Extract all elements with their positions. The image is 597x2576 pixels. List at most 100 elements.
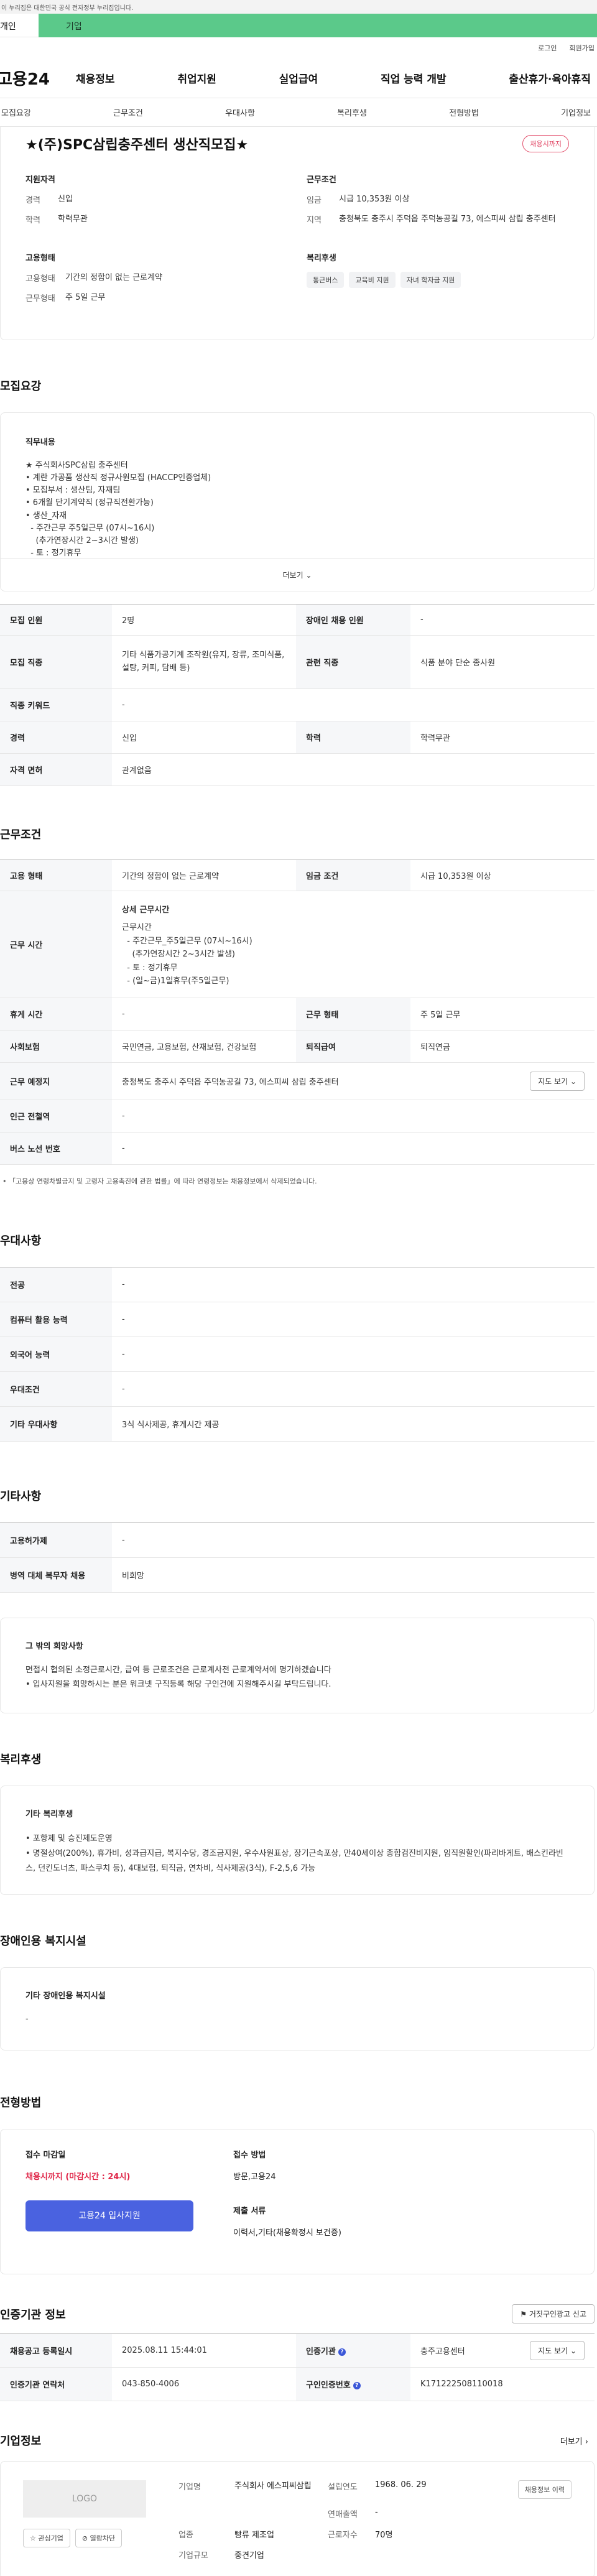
work-section-title: 근무조건 (0, 828, 42, 841)
docs-value: 이력서,기타(채용확정시 보건증) (233, 2228, 341, 2238)
conditions-heading: 근무조건 (307, 175, 336, 185)
info-value: 70명 (375, 2531, 393, 2540)
block-icon: ⊘ (81, 2534, 88, 2542)
row-key: 학력 (296, 721, 410, 754)
gnb-item-employment-support[interactable]: 취업지원 (177, 70, 216, 86)
star-icon: ☆ (30, 2534, 36, 2542)
row-value: 충청북도 충주시 주덕읍 주덕농공길 73, 에스피씨 삼립 충주센터 (122, 1078, 339, 1087)
block-label: 열람차단 (90, 2534, 116, 2542)
info-key: 기업명 (178, 2483, 201, 2492)
welfare-chip: 통근버스 (307, 272, 345, 288)
row-key-cert: 구인인증번호? (296, 2367, 410, 2401)
row-key: 경력 (0, 721, 112, 754)
job-history-button[interactable]: 채용정보 이력 (517, 2480, 572, 2499)
docs-heading: 제출 서류 (233, 2207, 266, 2216)
help-icon[interactable]: ? (353, 2381, 361, 2389)
kv-value: 신입 (58, 195, 73, 204)
disabled-box-heading: 기타 장애인용 복지시설 (25, 1991, 106, 2001)
row-key: 버스 노선 번호 (0, 1132, 112, 1165)
method-col: 접수 방법 방문,고용24 제출 서류 이력서,기타(채용확정시 보건증) (233, 2148, 341, 2253)
help-icon[interactable]: ? (338, 2348, 346, 2356)
agency-map-button[interactable]: 지도 보기 ⌄ (530, 2341, 585, 2360)
welfare-chips: 통근버스 교육비 지원 자녀 학자금 지원 (307, 272, 569, 288)
pref-table: 전공 - 컴퓨터 활용 능력 - 외국어 능력 - 우대조건 - 기타 우대사항 3식 식… (0, 1267, 595, 1442)
age-notice-text: 「고용상 연령차별금지 및 고령자 고용촉진에 관한 법률」에 따라 연령정보는… (9, 1177, 317, 1185)
row-key: 퇴직급여 (296, 1030, 410, 1063)
info-key: 설립연도 (328, 2483, 358, 2492)
conditions-block: 근무조건 임금 시급 10,353원 이상 지역 충청북도 충주시 주덕읍 주덕농공… (307, 173, 569, 233)
welfare-block: 복리후생 통근버스 교육비 지원 자녀 학자금 지원 (307, 251, 569, 311)
more-button[interactable]: 더보기 ⌄ (1, 558, 594, 591)
site-logo[interactable]: 고용24 (0, 67, 76, 90)
kv-key: 학력 (25, 215, 40, 225)
row-value: - (112, 1100, 595, 1133)
row-value: - (112, 1337, 595, 1372)
kv-key: 지역 (307, 215, 322, 225)
company-section-title: 기업정보 (0, 2435, 42, 2448)
gnb-item-parental-leave[interactable]: 출산휴가·육아휴직 (509, 70, 591, 86)
row-key: 근무 형태 (296, 998, 410, 1031)
kv-key: 고용형태 (25, 274, 55, 284)
row-value: 043-850-4006 (112, 2367, 296, 2401)
gnb-menu: 채용정보 취업지원 실업급여 직업 능력 개발 출산휴가·육아휴직 (76, 70, 597, 86)
info-value: 주식회사 에스피씨삼립 (234, 2481, 312, 2491)
row-value: 신입 (112, 721, 296, 754)
row-key: 컴퓨터 활용 능력 (0, 1302, 112, 1337)
row-key: 병역 대체 복무자 채용 (0, 1557, 112, 1593)
company-logo-col: LOGO ☆ 관심기업 ⊘ 열람차단 (23, 2480, 178, 2560)
row-key: 우대조건 (0, 1371, 112, 1407)
block-button[interactable]: ⊘ 열람차단 (75, 2529, 123, 2547)
row-key: 외국어 능력 (0, 1337, 112, 1372)
map-button-label: 지도 보기 (538, 1077, 568, 1086)
tab-person[interactable]: 개인 (0, 14, 39, 37)
flag-icon: ⚑ (520, 2310, 527, 2319)
map-button[interactable]: 지도 보기 ⌄ (530, 1072, 585, 1091)
work-place-cell: 충청북도 충주시 주덕읍 주덕농공길 73, 에스피씨 삼립 충주센터 지도 보… (112, 1062, 595, 1100)
gnb-item-jobs[interactable]: 채용정보 (76, 70, 115, 86)
kv-value: 주 5일 근무 (65, 292, 106, 302)
anchor-work[interactable]: 근무조건 (113, 106, 143, 118)
row-value: 2명 (112, 604, 296, 636)
disabled-section-title: 장애인용 복지시설 (0, 1935, 86, 1948)
company-more-label: 더보기 (560, 2437, 583, 2447)
login-link[interactable]: 로그인 (538, 43, 557, 53)
job-description-box: 직무내용 ★ 주식회사SPC삼립 충주센터 • 계란 가공품 생산직 정규사원모… (0, 412, 595, 591)
tab-company[interactable]: 기업 (39, 14, 597, 37)
info-key: 기업규모 (178, 2551, 208, 2560)
job-description-text: ★ 주식회사SPC삼립 충주센터 • 계란 가공품 생산직 정규사원모집 (HA… (25, 461, 211, 557)
gnb-item-skills[interactable]: 직업 능력 개발 (381, 70, 447, 86)
chevron-down-icon: ⌄ (570, 1077, 576, 1086)
summary-grid: 지원자격 경력 신입 학력 학력무관 근무조건 임금 시급 10,353원 이상 지역… (1, 154, 594, 311)
row-key: 직종 키워드 (0, 688, 112, 721)
job-title: ★(주)SPC삼립충주센터 생산직모집★ (25, 137, 249, 153)
more-label: 더보기 (282, 571, 303, 580)
row-value: 비희망 (112, 1557, 595, 1593)
row-key: 채용공고 등록일시 (0, 2333, 112, 2368)
gov-notice: 이 누리집은 대한민국 공식 전자정부 누리집입니다. (0, 0, 597, 14)
anchor-welfare[interactable]: 복리후생 (337, 106, 367, 118)
cert-key-label: 구인인증번호 (306, 2381, 351, 2390)
company-more-link[interactable]: 더보기 › (560, 2435, 588, 2447)
company-header: 기업정보 더보기 › (0, 2432, 597, 2449)
anchor-pref[interactable]: 우대사항 (225, 106, 255, 118)
welfare-box: 기타 복리후생 • 포항제 및 승진제도운영 • 명절상여(200%), 휴가비… (0, 1786, 595, 1895)
anchor-company[interactable]: 기업정보 (561, 106, 591, 118)
other-section-title: 기타사항 (0, 1490, 42, 1503)
interest-button[interactable]: ☆ 관심기업 (23, 2529, 70, 2547)
hours-text: 근무시간 - 주간근무_주5일근무 (07시~16시) (추가연장시간 2~3시… (122, 923, 252, 986)
anchor-selection[interactable]: 전형방법 (449, 106, 479, 118)
report-button[interactable]: ⚑ 거짓구인광고 신고 (512, 2304, 595, 2323)
gnb-item-unemployment-benefit[interactable]: 실업급여 (279, 70, 318, 86)
apply-button[interactable]: 고용24 입사지원 (25, 2200, 193, 2231)
row-key: 임금 조건 (296, 859, 410, 891)
join-link[interactable]: 회원가입 (570, 43, 595, 53)
info-key: 업종 (178, 2531, 193, 2540)
row-key: 자격 면허 (0, 753, 112, 786)
row-key: 장애인 채용 인원 (296, 604, 410, 636)
wish-text: 면접시 협의된 소정근로시간, 급여 등 근로조건은 근로계사전 근로계약서에 … (25, 1666, 331, 1689)
agency-key-label: 인증기관 (306, 2347, 336, 2356)
anchor-recruit[interactable]: 모집요강 (1, 106, 31, 118)
selection-box: 접수 마감일 채용시까지 (마감시간 : 24시) 고용24 입사지원 접수 방… (0, 2129, 595, 2274)
info-key: 근로자수 (328, 2531, 358, 2540)
welfare-text: • 포항제 및 승진제도운영 • 명절상여(200%), 휴가비, 성과급지급,… (25, 1834, 563, 1874)
